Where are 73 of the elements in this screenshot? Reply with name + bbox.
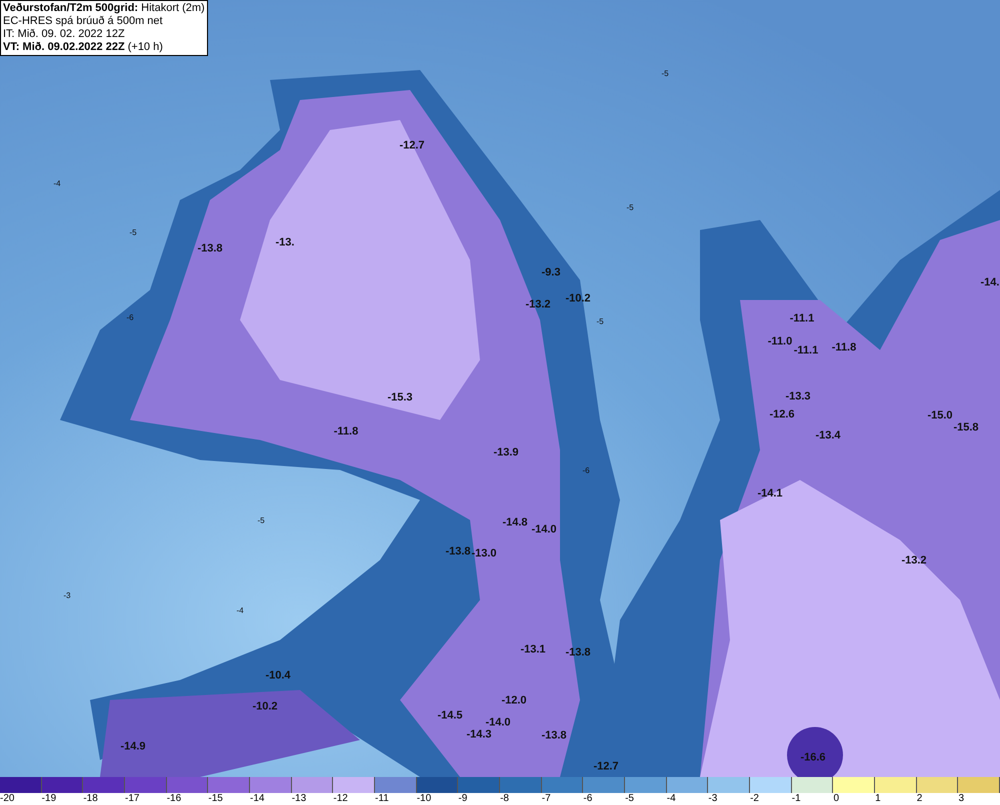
- temperature-label: -14.8: [502, 518, 528, 528]
- temperature-label: -13.0: [471, 548, 497, 560]
- temperature-label: -10.2: [565, 294, 591, 304]
- legend-label: -3: [708, 793, 718, 805]
- legend-label: -4: [666, 793, 676, 805]
- legend-label: 1: [875, 793, 881, 805]
- temperature-label: -5: [596, 318, 604, 326]
- temperature-label: -3: [63, 592, 71, 600]
- temperature-label: -13.2: [901, 556, 927, 566]
- temperature-label: -14.0: [531, 524, 557, 536]
- temperature-label: -14.: [980, 278, 1000, 288]
- legend-label: -18: [83, 793, 98, 805]
- temperature-label: -13.8: [445, 546, 471, 558]
- temperature-label: -13.8: [197, 244, 223, 254]
- temperature-label: -14.9: [120, 742, 146, 752]
- legend-label: -17: [125, 793, 140, 805]
- legend-label: 2: [916, 793, 922, 805]
- temperature-label: -5: [257, 517, 265, 525]
- temperature-label: -14.0: [485, 718, 511, 728]
- temperature-label: -9.3: [542, 268, 560, 278]
- legend-label: 0: [833, 793, 839, 805]
- header-text: VT: Mið. 09.02.2022 22Z (+10 h): [3, 41, 164, 54]
- legend-label: -14: [250, 793, 264, 805]
- legend-label: -15: [208, 793, 223, 805]
- temperature-label: -15.8: [953, 422, 979, 434]
- legend-label: -7: [542, 793, 551, 805]
- temperature-label: -14.3: [466, 730, 492, 740]
- temperature-label: -13.9: [493, 448, 519, 458]
- temperature-label: -5: [129, 229, 137, 237]
- header-text: Veðurstofan/T2m 500grid: Hitakort (2m): [3, 2, 205, 15]
- legend-label: -2: [750, 793, 759, 805]
- temperature-label: -11.0: [768, 336, 792, 348]
- temperature-label: -6: [582, 467, 590, 475]
- temperature-label: -12.7: [399, 140, 425, 152]
- temperature-label: -14.1: [757, 488, 783, 500]
- temperature-label: -16.6: [800, 752, 826, 764]
- temperature-label: -13.3: [785, 392, 811, 402]
- temperature-label: -11.1: [790, 314, 814, 324]
- temperature-label: -11.8: [832, 342, 856, 354]
- header-text: EC-HRES spá brúuð á 500m net: [3, 15, 164, 28]
- temperature-label: -10.2: [252, 702, 278, 712]
- legend-label: -9: [458, 793, 468, 805]
- temperature-label: -13.8: [541, 730, 567, 742]
- temperature-label: -13.: [276, 238, 294, 248]
- temperature-label: -13.1: [520, 644, 546, 656]
- legend-label: -6: [583, 793, 592, 805]
- legend-label: -5: [625, 793, 634, 805]
- temperature-label: -6: [126, 314, 134, 322]
- temperature-label: -4: [53, 180, 61, 188]
- temperature-label: -11.1: [794, 346, 818, 356]
- legend-label: -1: [792, 793, 801, 805]
- temperature-label: -14.5: [437, 710, 463, 722]
- temperature-label: -13.4: [815, 430, 841, 442]
- legend-label: 3: [958, 793, 964, 805]
- temperature-label: -5: [626, 204, 634, 212]
- header-text: IT: Mið. 09. 02. 2022 12Z: [3, 28, 126, 41]
- legend-label: -20: [0, 793, 14, 805]
- temperature-label: -4: [236, 607, 244, 615]
- legend-label: -11: [375, 793, 389, 805]
- temperature-label: -12.0: [501, 696, 527, 706]
- temperature-label: -15.0: [927, 410, 953, 422]
- legend-label: -13: [292, 793, 306, 805]
- temperature-label: -15.3: [387, 392, 413, 404]
- temperature-label: -10.4: [265, 670, 291, 682]
- temperature-label: -12.6: [769, 410, 795, 420]
- legend-label: -10: [416, 793, 432, 805]
- temperature-label: -11.8: [334, 426, 358, 438]
- legend-label: -16: [166, 793, 182, 805]
- temperature-label: -12.7: [593, 762, 619, 772]
- legend-label: -8: [500, 793, 509, 805]
- legend-label: -12: [333, 793, 348, 805]
- legend-label: -19: [42, 793, 56, 805]
- temperature-label: -5: [661, 70, 669, 78]
